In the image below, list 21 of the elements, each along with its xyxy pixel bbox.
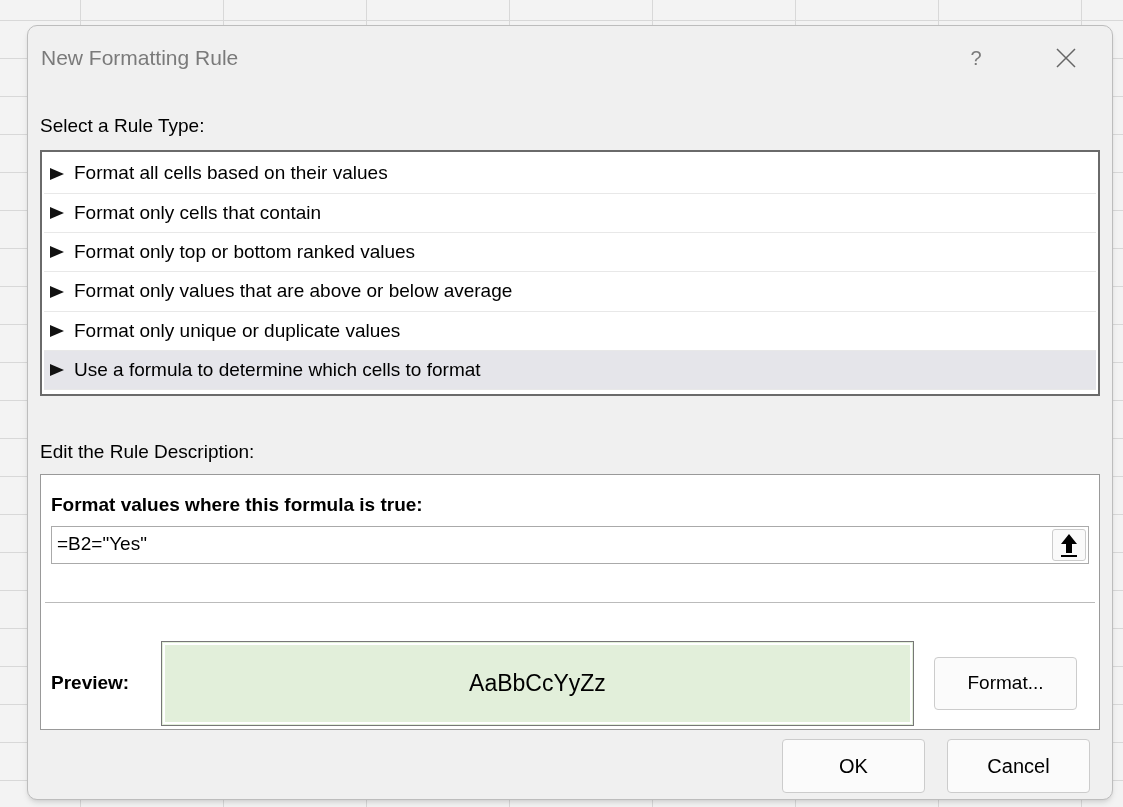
triangle-icon	[50, 285, 64, 298]
close-icon	[1056, 48, 1076, 68]
rule-type-item[interactable]: Use a formula to determine which cells to format	[44, 351, 1096, 391]
triangle-icon	[50, 246, 64, 259]
formula-label: Format values where this formula is true:	[51, 493, 424, 517]
preview-label: Preview:	[51, 670, 131, 695]
format-button[interactable]: Format...	[934, 656, 1077, 710]
preview-box: AaBbCcYyZz	[161, 640, 914, 726]
window-title: New Formatting Rule	[41, 45, 239, 72]
collapse-button[interactable]	[1052, 528, 1086, 561]
triangle-icon	[50, 207, 64, 219]
triangle-icon	[50, 324, 64, 337]
dialog-button[interactable]: Cancel	[947, 739, 1090, 793]
up-arrow-icon	[1060, 532, 1078, 557]
dialog-button[interactable]: OK	[782, 739, 925, 793]
help-button[interactable]: ?	[956, 38, 996, 78]
formula-field[interactable]: =B2="Yes"	[51, 525, 1089, 564]
triangle-icon	[50, 167, 64, 180]
section-label: Edit the Rule Description:	[40, 439, 256, 464]
triangle-icon	[50, 364, 64, 377]
section-label: Select a Rule Type:	[40, 114, 206, 138]
